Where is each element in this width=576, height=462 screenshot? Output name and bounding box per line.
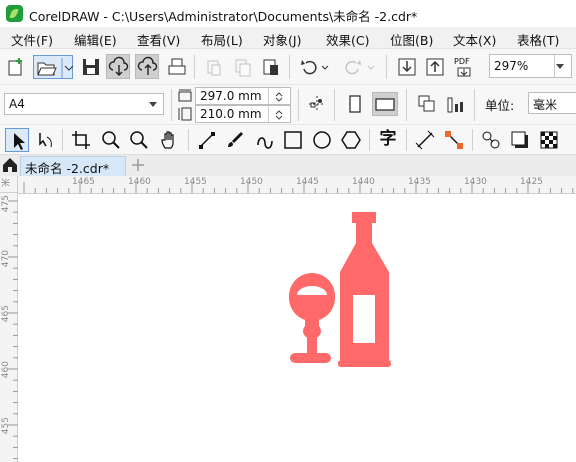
- separator: [406, 89, 407, 121]
- crop-tool-icon[interactable]: [70, 129, 92, 151]
- separator: [171, 89, 172, 121]
- menu-effects[interactable]: 效果(C): [326, 30, 369, 49]
- separator: [472, 129, 473, 151]
- ruler-label: 465: [1, 305, 11, 323]
- copy-icon: [232, 56, 254, 78]
- menu-table[interactable]: 表格(T): [517, 30, 559, 49]
- pick-tool-icon[interactable]: [5, 128, 29, 152]
- drop-shadow-icon[interactable]: [509, 129, 531, 151]
- separator: [289, 55, 290, 79]
- ruler-label: 1460: [128, 177, 151, 187]
- cut-icon: [203, 56, 225, 78]
- ruler-label: 1435: [408, 177, 431, 187]
- open-document-button[interactable]: [33, 55, 74, 79]
- ruler-label: 1450: [240, 177, 263, 187]
- horizontal-ruler[interactable]: 1465 1460 1455 1450 1445 1440 1435 1430 …: [18, 176, 576, 194]
- ruler-label: 1445: [296, 177, 319, 187]
- import-icon[interactable]: [396, 56, 418, 78]
- landscape-icon[interactable]: [372, 92, 398, 116]
- ruler-label: 470: [1, 250, 11, 268]
- title-bar: CorelDRAW - C:\Users\Administrator\Docum…: [0, 0, 576, 27]
- blend-tool-icon[interactable]: [480, 129, 502, 151]
- units-label: 单位:: [485, 98, 515, 113]
- transparency-icon[interactable]: [538, 129, 560, 151]
- separator: [62, 129, 63, 151]
- vertical-ruler[interactable]: 475 470 465 460 455: [0, 193, 18, 462]
- coreldraw-logo-icon: [6, 5, 23, 22]
- separator: [188, 129, 189, 151]
- menu-text[interactable]: 文本(X): [453, 30, 496, 49]
- menu-bitmap[interactable]: 位图(B): [390, 30, 433, 49]
- ruler-label: 1465: [72, 177, 95, 187]
- rectangle-tool-icon[interactable]: [282, 129, 304, 151]
- wine-artwork[interactable]: [289, 212, 391, 367]
- text-tool-icon[interactable]: 字: [377, 128, 399, 150]
- polygon-tool-icon[interactable]: [340, 129, 362, 151]
- shape-tool-icon[interactable]: [35, 129, 57, 151]
- zoom-level-select[interactable]: 297%: [489, 54, 572, 78]
- print-icon[interactable]: [166, 56, 188, 78]
- ruler-label: 1440: [352, 177, 375, 187]
- page-size-select[interactable]: A4: [4, 93, 164, 115]
- page-height-field[interactable]: 210.0 mm: [195, 105, 291, 123]
- menu-edit[interactable]: 编辑(E): [74, 30, 117, 49]
- cloud-download-icon[interactable]: [106, 54, 130, 79]
- menu-object[interactable]: 对象(J): [263, 30, 301, 49]
- drawing-canvas[interactable]: [19, 194, 576, 462]
- separator: [474, 89, 475, 121]
- zoom-out-icon[interactable]: [128, 129, 150, 151]
- separator: [298, 89, 299, 121]
- connector-tool-icon[interactable]: [443, 129, 465, 151]
- wine-glass-shape[interactable]: [289, 273, 335, 363]
- window-title: CorelDRAW - C:\Users\Administrator\Docum…: [29, 9, 418, 24]
- save-icon[interactable]: [80, 56, 102, 78]
- current-page-icon[interactable]: [445, 93, 467, 115]
- separator: [386, 55, 387, 79]
- add-tab-icon[interactable]: [131, 158, 145, 172]
- toolbox-bar: 字: [0, 124, 576, 155]
- ellipse-tool-icon[interactable]: [311, 129, 333, 151]
- publish-pdf-icon[interactable]: PDF: [452, 55, 476, 77]
- zoom-tool-icon[interactable]: [100, 129, 122, 151]
- ruler-label: 455: [1, 417, 11, 435]
- export-icon[interactable]: [424, 56, 446, 78]
- standard-toolbar: PDF 297%: [0, 48, 576, 85]
- menu-layout[interactable]: 布局(L): [201, 30, 243, 49]
- redo-icon: [342, 56, 378, 78]
- wine-bottle-shape[interactable]: [338, 212, 391, 367]
- paste-icon[interactable]: [260, 56, 282, 78]
- all-pages-icon[interactable]: [416, 93, 438, 115]
- portrait-icon[interactable]: [344, 93, 366, 115]
- separator: [369, 129, 370, 151]
- tab-document-label: 未命名 -2.cdr*: [25, 161, 110, 176]
- ruler-label: 1425: [520, 177, 543, 187]
- ruler-label: 1430: [464, 177, 487, 187]
- pen-tool-icon[interactable]: [253, 129, 275, 151]
- parallel-dimension-icon[interactable]: [414, 129, 436, 151]
- cloud-upload-icon[interactable]: [135, 54, 159, 79]
- page-height-icon: [177, 106, 193, 122]
- separator: [406, 129, 407, 151]
- ruler-corner[interactable]: 米: [0, 176, 18, 193]
- property-bar: A4 297.0 mm 210.0 mm 单位: 毫米: [0, 84, 576, 125]
- menu-file[interactable]: 文件(F): [11, 30, 53, 49]
- ruler-label: 1455: [184, 177, 207, 187]
- page-width-icon: [177, 88, 193, 104]
- snap-to-page-icon[interactable]: [306, 93, 328, 115]
- page-width-field[interactable]: 297.0 mm: [195, 87, 291, 105]
- units-select[interactable]: 毫米: [528, 92, 576, 114]
- ruler-label: 460: [1, 361, 11, 379]
- undo-icon[interactable]: [296, 56, 332, 78]
- new-document-icon[interactable]: [5, 56, 27, 78]
- artistic-media-icon[interactable]: [224, 129, 246, 151]
- ruler-label: 475: [1, 195, 11, 213]
- menu-bar: 文件(F) 编辑(E) 查看(V) 布局(L) 对象(J) 效果(C) 位图(B…: [0, 27, 576, 48]
- freehand-tool-icon[interactable]: [196, 129, 218, 151]
- pan-tool-icon[interactable]: [158, 129, 180, 151]
- menu-view[interactable]: 查看(V): [137, 30, 180, 49]
- separator: [194, 55, 195, 79]
- separator: [334, 89, 335, 121]
- home-icon[interactable]: [2, 157, 18, 173]
